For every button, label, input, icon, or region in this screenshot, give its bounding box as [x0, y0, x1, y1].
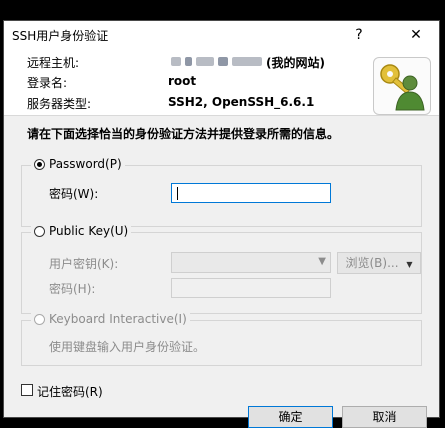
title-bar: SSH用户身份验证 ? ✕ — [4, 21, 439, 49]
keyboard-interactive-radio[interactable]: Keyboard Interactive(I) — [31, 312, 190, 326]
login-name-label: 登录名: — [27, 76, 68, 90]
checkbox-unchecked-icon — [21, 384, 33, 396]
key-user-logo-icon — [373, 57, 431, 115]
ssh-auth-dialog: SSH用户身份验证 ? ✕ 远程主机: (我的网站) 登录名: root 服务器… — [3, 20, 440, 428]
instruction-text: 请在下面选择恰当的身份验证方法并提供登录所需的信息。 — [27, 127, 340, 141]
radio-unchecked-icon — [34, 313, 45, 325]
browse-button[interactable]: 浏览(B)... ▼ — [337, 252, 421, 274]
password-radio[interactable]: Password(P) — [31, 157, 125, 171]
public-key-radio-label: Public Key(U) — [49, 224, 129, 238]
remember-password-label: 记住密码(R) — [37, 385, 103, 399]
close-button[interactable]: ✕ — [406, 25, 426, 45]
dialog-body: 请在下面选择恰当的身份验证方法并提供登录所需的信息。 Password(P) 密… — [4, 116, 439, 428]
passphrase-input[interactable] — [171, 278, 331, 298]
remote-host-redacted — [196, 57, 214, 66]
public-key-radio[interactable]: Public Key(U) — [31, 224, 132, 238]
login-name-value: root — [168, 74, 197, 88]
password-label: 密码(W): — [49, 187, 99, 201]
passphrase-label: 密码(H): — [49, 282, 96, 296]
browse-button-label: 浏览(B)... — [345, 256, 399, 270]
keyboard-interactive-radio-label: Keyboard Interactive(I) — [49, 312, 187, 326]
user-key-select[interactable]: ▼ — [171, 252, 331, 273]
keyboard-interactive-description: 使用键盘输入用户身份验证。 — [49, 340, 206, 354]
user-key-label: 用户密钥(K): — [49, 257, 119, 271]
dropdown-arrow-icon: ▼ — [406, 260, 413, 269]
remote-host-redacted — [218, 57, 228, 66]
remote-host-redacted — [171, 57, 181, 66]
password-radio-label: Password(P) — [49, 157, 122, 171]
remote-host-redacted — [185, 57, 192, 66]
radio-unchecked-icon — [34, 225, 45, 237]
ok-button[interactable]: 确定 — [248, 406, 333, 428]
radio-checked-icon — [34, 158, 45, 170]
help-button[interactable]: ? — [349, 25, 369, 45]
keyboard-interactive-group: Keyboard Interactive(I) 使用键盘输入用户身份验证。 — [21, 312, 422, 366]
remote-host-label: 远程主机: — [27, 56, 80, 70]
server-type-value: SSH2, OpenSSH_6.6.1 — [168, 95, 315, 109]
public-key-group: Public Key(U) 用户密钥(K): ▼ 浏览(B)... ▼ 密码(H… — [21, 224, 422, 314]
server-type-label: 服务器类型: — [27, 97, 92, 111]
remote-host-redacted — [232, 57, 262, 66]
password-group: Password(P) 密码(W): — [21, 157, 422, 227]
remote-host-value: (我的网站) — [266, 56, 325, 70]
cancel-button[interactable]: 取消 — [342, 406, 427, 428]
text-caret — [177, 187, 178, 200]
password-input[interactable] — [171, 183, 331, 203]
window-title: SSH用户身份验证 — [12, 29, 109, 43]
chevron-down-icon: ▼ — [318, 256, 326, 267]
